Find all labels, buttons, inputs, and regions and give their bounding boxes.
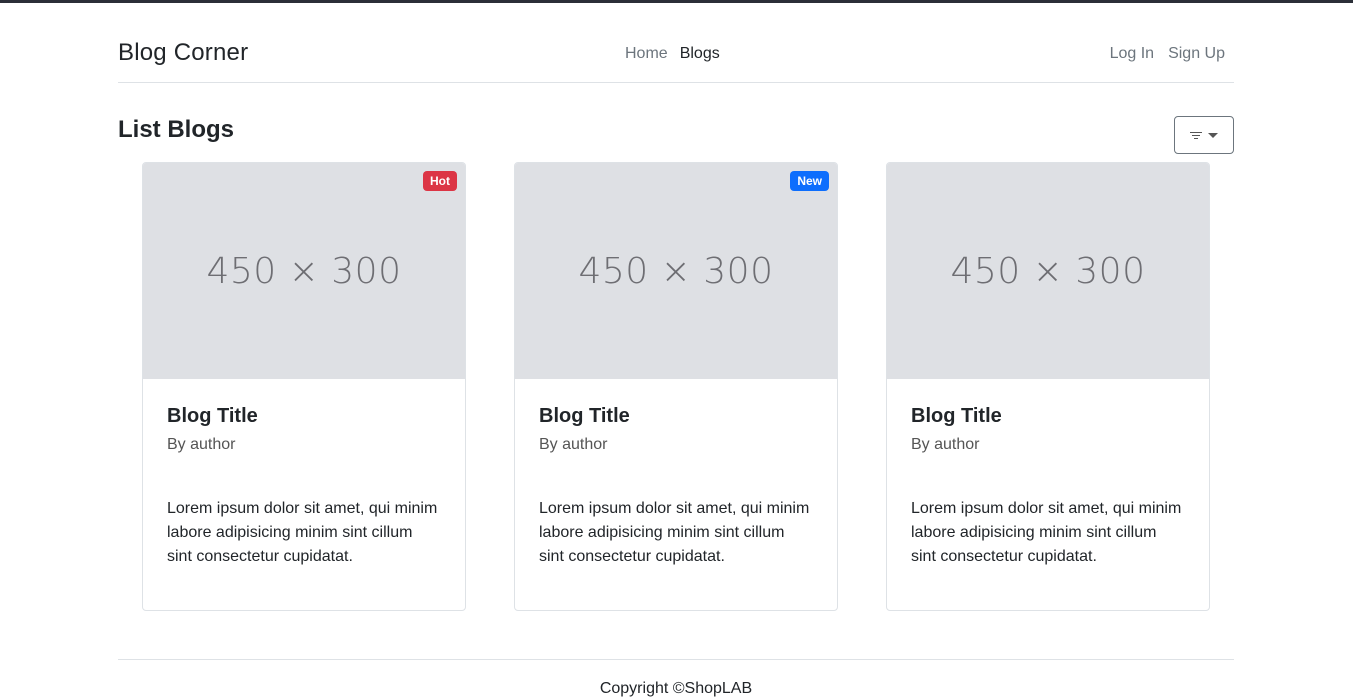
card-body: Blog Title By author Lorem ipsum dolor s…: [515, 379, 837, 569]
filter-icon: [1190, 131, 1202, 139]
main-nav: Home Blogs: [625, 44, 720, 64]
signup-link[interactable]: Sign Up: [1168, 44, 1225, 64]
auth-nav: Log In Sign Up: [1110, 44, 1225, 64]
footer-divider: [118, 659, 1234, 660]
page-title: List Blogs: [118, 116, 235, 143]
footer-copyright: Copyright ©ShopLAB: [599, 680, 753, 697]
caret-down-icon: [1208, 132, 1218, 138]
page-container: Blog Corner Home Blogs Log In Sign Up Li…: [118, 3, 1234, 697]
card-title[interactable]: Blog Title: [911, 403, 1185, 429]
hot-badge: Hot: [423, 171, 457, 191]
card-excerpt: Lorem ipsum dolor sit amet, qui minim la…: [167, 500, 438, 565]
navbar: Blog Corner Home Blogs Log In Sign Up: [118, 3, 1234, 83]
blog-card-list: 450 × 300 Hot Blog Title By author Lorem…: [142, 162, 1210, 611]
new-badge: New: [790, 171, 829, 191]
card-body: Blog Title By author Lorem ipsum dolor s…: [887, 379, 1209, 569]
card-author: By author: [167, 436, 236, 453]
card-title[interactable]: Blog Title: [167, 403, 441, 429]
login-link[interactable]: Log In: [1110, 44, 1154, 64]
nav-link-home[interactable]: Home: [625, 44, 668, 64]
card-excerpt: Lorem ipsum dolor sit amet, qui minim la…: [539, 500, 810, 565]
card-excerpt: Lorem ipsum dolor sit amet, qui minim la…: [911, 500, 1182, 565]
brand-logo[interactable]: Blog Corner: [118, 39, 248, 67]
blog-card[interactable]: 450 × 300 Blog Title By author Lorem ips…: [886, 162, 1210, 611]
card-author: By author: [539, 436, 608, 453]
card-image-placeholder: 450 × 300: [143, 163, 465, 379]
card-image-placeholder: 450 × 300: [887, 163, 1209, 379]
card-title[interactable]: Blog Title: [539, 403, 813, 429]
blog-card[interactable]: 450 × 300 New Blog Title By author Lorem…: [514, 162, 838, 611]
card-body: Blog Title By author Lorem ipsum dolor s…: [143, 379, 465, 569]
card-image-placeholder: 450 × 300: [515, 163, 837, 379]
filter-dropdown-button[interactable]: [1174, 116, 1234, 154]
blog-card[interactable]: 450 × 300 Hot Blog Title By author Lorem…: [142, 162, 466, 611]
nav-link-blogs[interactable]: Blogs: [680, 44, 720, 64]
card-author: By author: [911, 436, 980, 453]
